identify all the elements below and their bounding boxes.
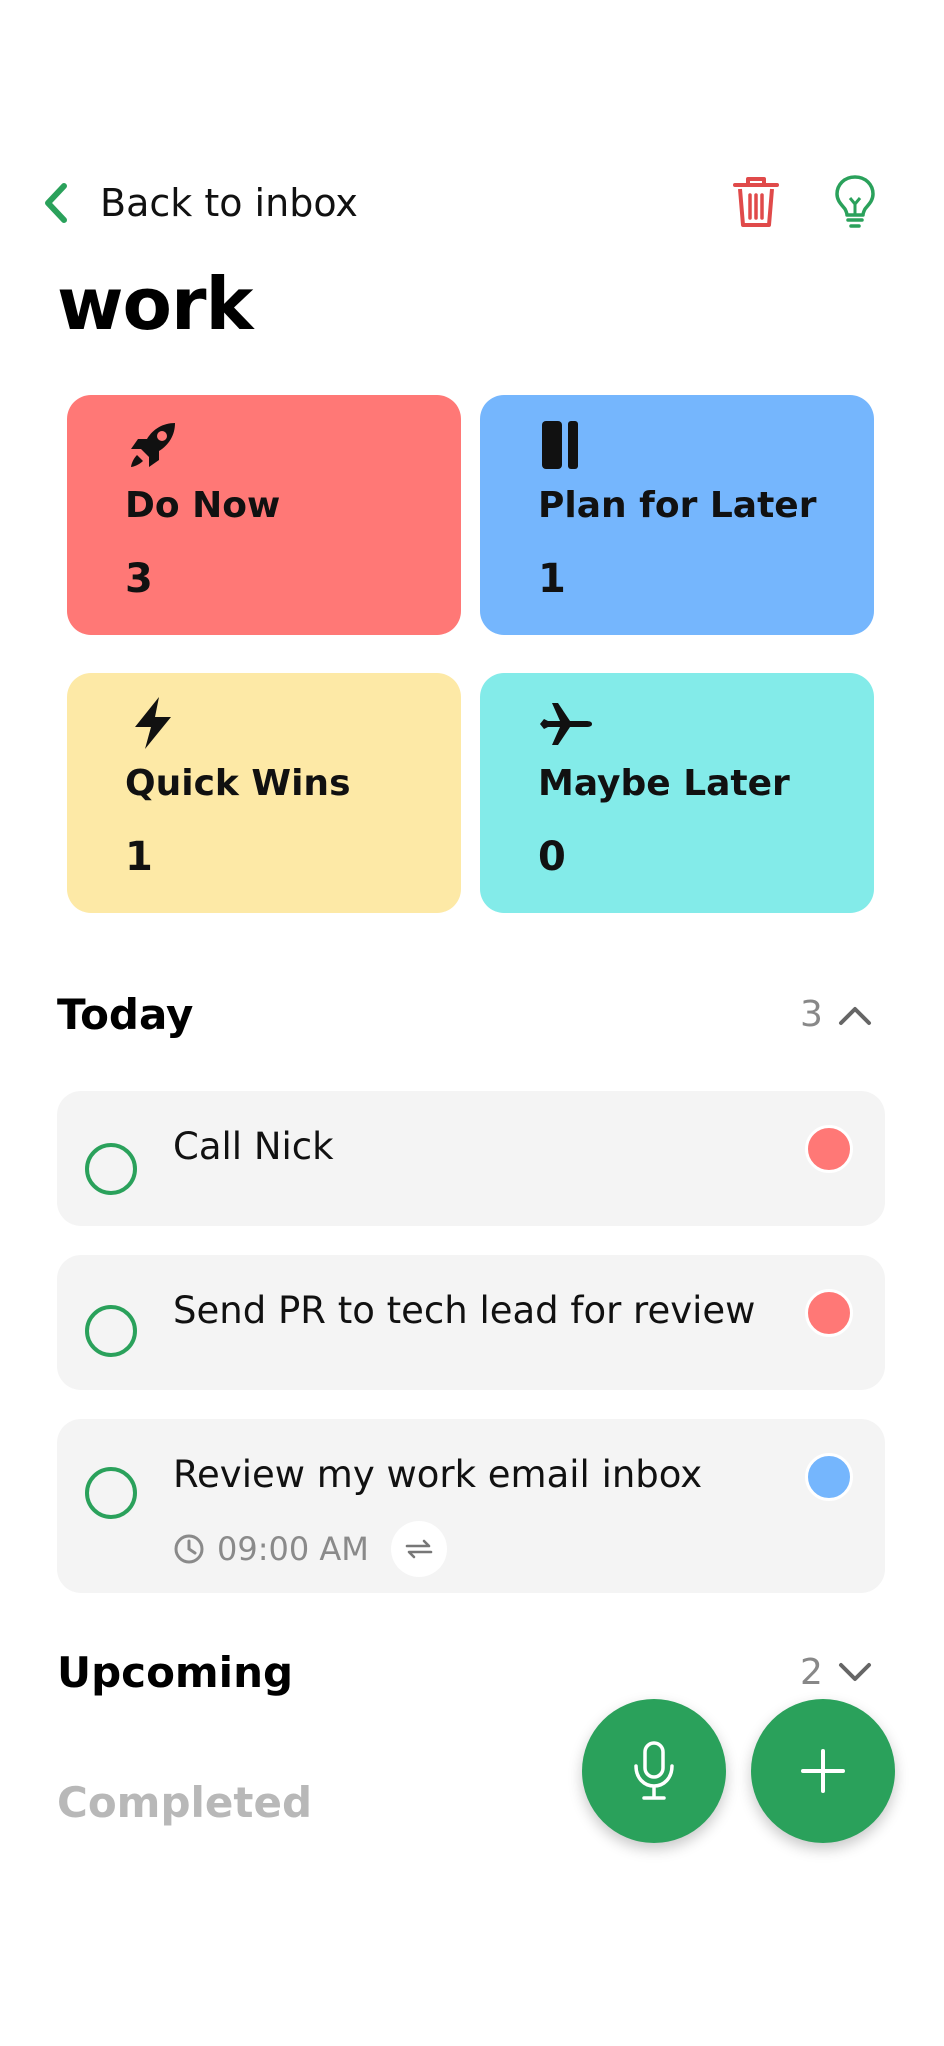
task-label: Send PR to tech lead for review bbox=[173, 1289, 756, 1332]
clock-icon bbox=[174, 1534, 204, 1564]
priority-dot bbox=[805, 1453, 853, 1501]
task-checkbox[interactable] bbox=[85, 1305, 137, 1357]
voice-input-button[interactable] bbox=[582, 1699, 726, 1843]
category-count: 3 bbox=[125, 556, 153, 602]
chevron-up-icon bbox=[838, 1006, 871, 1025]
trash-icon bbox=[733, 177, 779, 227]
task-time: 09:00 AM bbox=[217, 1530, 369, 1568]
repeat-badge bbox=[390, 1521, 447, 1577]
priority-dot bbox=[805, 1125, 853, 1173]
task-item-call-nick[interactable]: Call Nick bbox=[57, 1091, 885, 1226]
task-checkbox[interactable] bbox=[85, 1143, 137, 1195]
upcoming-section-title: Upcoming bbox=[57, 1648, 294, 1697]
category-label: Plan for Later bbox=[538, 485, 817, 526]
back-label: Back to inbox bbox=[100, 181, 358, 225]
delete-button[interactable] bbox=[726, 172, 786, 232]
back-to-inbox-button[interactable]: Back to inbox bbox=[40, 175, 358, 231]
completed-section-title[interactable]: Completed bbox=[57, 1778, 312, 1827]
bolt-icon bbox=[135, 697, 171, 749]
priority-dot bbox=[805, 1289, 853, 1337]
task-label: Review my work email inbox bbox=[173, 1453, 703, 1496]
category-label: Maybe Later bbox=[538, 763, 790, 804]
task-label: Call Nick bbox=[173, 1125, 334, 1168]
today-collapse-toggle[interactable]: 3 bbox=[800, 994, 873, 1035]
repeat-icon bbox=[405, 1539, 433, 1559]
page-title: work bbox=[57, 262, 253, 346]
category-count: 1 bbox=[538, 556, 566, 602]
chevron-down-icon bbox=[838, 1662, 871, 1681]
upcoming-expand-toggle[interactable]: 2 bbox=[800, 1652, 873, 1693]
airplane-icon bbox=[540, 703, 592, 745]
category-card-plan-for-later[interactable]: Plan for Later 1 bbox=[480, 395, 874, 635]
chevron-left-icon bbox=[45, 183, 67, 223]
category-count: 0 bbox=[538, 834, 566, 880]
task-meta: 09:00 AM bbox=[173, 1521, 447, 1577]
task-item-review-email[interactable]: Review my work email inbox 09:00 AM bbox=[57, 1419, 885, 1593]
task-item-send-pr[interactable]: Send PR to tech lead for review bbox=[57, 1255, 885, 1390]
microphone-icon bbox=[634, 1741, 674, 1800]
rocket-icon bbox=[131, 423, 175, 467]
category-card-maybe-later[interactable]: Maybe Later 0 bbox=[480, 673, 874, 913]
lightbulb-icon bbox=[835, 175, 875, 228]
category-label: Quick Wins bbox=[125, 763, 351, 804]
pause-icon bbox=[542, 421, 578, 469]
category-count: 1 bbox=[125, 834, 153, 880]
upcoming-count: 2 bbox=[800, 1652, 823, 1693]
plus-icon bbox=[801, 1749, 845, 1793]
today-section-title: Today bbox=[57, 990, 194, 1039]
tips-button[interactable] bbox=[825, 172, 885, 232]
category-card-quick-wins[interactable]: Quick Wins 1 bbox=[67, 673, 461, 913]
add-task-button[interactable] bbox=[751, 1699, 895, 1843]
category-card-do-now[interactable]: Do Now 3 bbox=[67, 395, 461, 635]
today-count: 3 bbox=[800, 994, 823, 1035]
category-label: Do Now bbox=[125, 485, 281, 526]
task-checkbox[interactable] bbox=[85, 1467, 137, 1519]
